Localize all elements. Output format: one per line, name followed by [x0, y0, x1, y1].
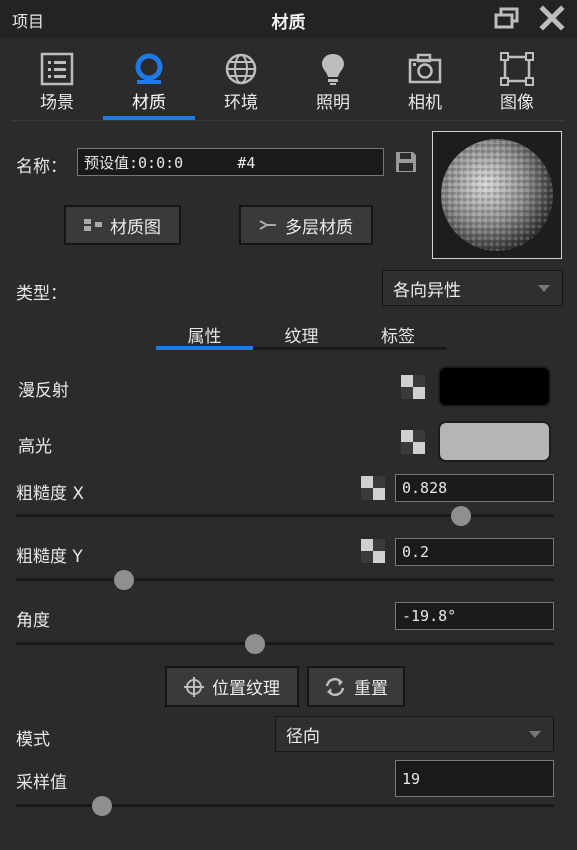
roughness-y-slider-track[interactable] — [16, 578, 554, 581]
chevron-down-icon — [529, 731, 541, 738]
tab-image[interactable]: 图像 — [472, 52, 562, 122]
globe-icon — [225, 53, 257, 85]
panel-title: 材质 — [271, 13, 306, 33]
tab-lighting[interactable]: 照明 — [288, 52, 378, 122]
tab-camera[interactable]: 相机 — [380, 52, 470, 122]
diffuse-label: 漫反射 — [18, 381, 69, 401]
roughness-x-slider-handle[interactable] — [451, 506, 472, 526]
diffuse-color-swatch[interactable] — [438, 366, 551, 407]
samples-slider-handle[interactable] — [92, 796, 113, 816]
material-icon — [135, 53, 163, 84]
roughness-x-texture-checker-icon[interactable] — [361, 476, 385, 504]
type-label: 类型： — [16, 284, 67, 304]
roughness-y-slider-handle[interactable] — [113, 570, 134, 590]
reset-label: 重置 — [354, 679, 388, 699]
specular-label: 高光 — [18, 437, 52, 457]
layers-merge-icon — [259, 220, 276, 230]
mode-value: 径向 — [286, 726, 320, 747]
chevron-down-icon — [538, 285, 550, 292]
reset-button[interactable]: 重置 — [307, 666, 405, 707]
roughness-x-label: 粗糙度 X — [16, 484, 85, 504]
samples-label: 采样值 — [16, 773, 67, 793]
tab-scene[interactable]: 场景 — [12, 52, 102, 122]
crosshair-icon — [184, 676, 204, 697]
specular-color-swatch[interactable] — [438, 421, 551, 462]
material-name-field[interactable]: 预设值:0:0:0 #4 — [77, 148, 384, 176]
angle-label: 角度 — [16, 611, 50, 631]
samples-input[interactable]: 19 — [395, 760, 554, 797]
subtab-texture[interactable]: 纹理 — [253, 322, 350, 347]
save-icon[interactable] — [394, 150, 418, 174]
close-icon[interactable] — [538, 4, 566, 32]
material-graph-label: 材质图 — [110, 217, 161, 238]
tab-material[interactable]: 材质 — [104, 52, 194, 122]
specular-texture-checker-icon[interactable] — [401, 430, 425, 458]
position-texture-button[interactable]: 位置纹理 — [165, 666, 299, 707]
roughness-y-input[interactable]: 0.2 — [395, 538, 554, 566]
material-preview[interactable] — [432, 131, 562, 259]
main-tabs: 场景 材质 环境 照明 相机 图像 — [0, 38, 577, 122]
tab-material-label: 材质 — [132, 93, 166, 113]
roughness-y-label: 粗糙度 Y — [16, 547, 83, 567]
tab-environment[interactable]: 环境 — [196, 52, 286, 122]
roughness-x-input[interactable]: 0.828 — [395, 474, 554, 502]
material-graph-button[interactable]: 材质图 — [64, 205, 181, 245]
subtab-attributes[interactable]: 属性 — [156, 322, 253, 347]
tab-scene-label: 场景 — [40, 93, 74, 113]
tab-environment-label: 环境 — [224, 93, 258, 113]
angle-input[interactable]: -19.8° — [395, 602, 554, 630]
tab-camera-label: 相机 — [408, 93, 442, 113]
camera-icon — [408, 53, 442, 84]
refresh-icon — [325, 677, 345, 696]
subtab-labels[interactable]: 标签 — [350, 322, 446, 347]
bulb-icon — [322, 54, 344, 85]
active-tab-indicator — [103, 116, 195, 120]
angle-slider-handle[interactable] — [245, 634, 266, 654]
mode-label: 模式 — [16, 730, 50, 750]
roughness-y-texture-checker-icon[interactable] — [361, 539, 385, 567]
node-graph-icon — [84, 219, 102, 231]
roughness-x-slider-track[interactable] — [16, 514, 554, 517]
active-subtab-indicator — [156, 346, 253, 350]
multilayer-material-label: 多层材质 — [285, 217, 353, 238]
tabs-divider — [12, 120, 565, 121]
tab-image-label: 图像 — [500, 93, 534, 113]
tab-lighting-label: 照明 — [316, 93, 350, 113]
name-label: 名称： — [16, 157, 67, 177]
image-frame-icon — [500, 52, 534, 86]
angle-slider-track[interactable] — [16, 642, 554, 645]
position-texture-label: 位置纹理 — [212, 679, 280, 699]
mode-select[interactable]: 径向 — [275, 716, 554, 752]
restore-window-icon[interactable] — [494, 6, 520, 30]
type-value: 各向异性 — [393, 280, 461, 301]
multilayer-material-button[interactable]: 多层材质 — [239, 205, 373, 245]
type-select[interactable]: 各向异性 — [382, 270, 563, 306]
list-icon — [40, 52, 74, 86]
diffuse-texture-checker-icon[interactable] — [401, 375, 425, 403]
